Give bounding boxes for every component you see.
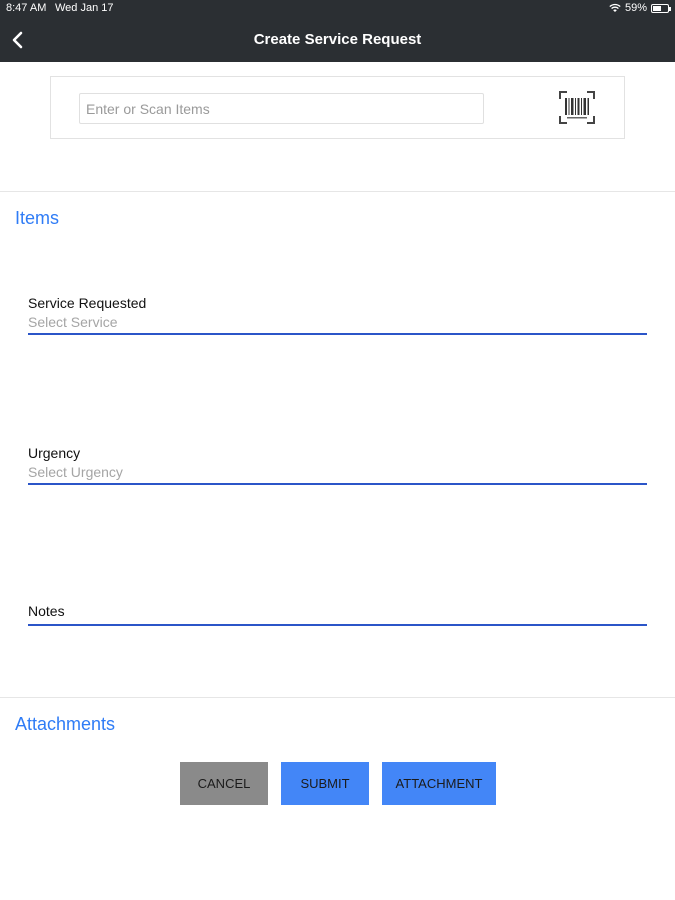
status-bar: 8:47 AM Wed Jan 17 59%: [0, 0, 675, 18]
barcode-scan-icon[interactable]: [559, 91, 595, 124]
battery-level: [653, 5, 662, 11]
items-section-title: Items: [15, 208, 60, 228]
field-underline: [28, 624, 647, 626]
attachment-button[interactable]: ATTACHMENT: [382, 762, 496, 805]
page-title: Create Service Request: [253, 31, 422, 48]
service-requested-field[interactable]: Service Requested Select Service: [28, 295, 647, 337]
cancel-button[interactable]: CANCEL: [180, 762, 268, 805]
scan-items-input[interactable]: [79, 93, 484, 124]
service-requested-placeholder: Select Service: [28, 314, 118, 330]
urgency-field[interactable]: Urgency Select Urgency: [28, 445, 647, 487]
notes-field[interactable]: Notes: [28, 603, 647, 629]
urgency-placeholder: Select Urgency: [28, 464, 123, 480]
field-underline: [28, 333, 647, 335]
urgency-label: Urgency: [28, 445, 81, 461]
scan-panel: [50, 76, 625, 139]
field-underline: [28, 483, 647, 485]
attachments-section-title: Attachments: [15, 714, 116, 734]
status-date: Wed Jan 17: [55, 2, 114, 14]
submit-button[interactable]: SUBMIT: [281, 762, 369, 805]
notes-label: Notes: [28, 603, 65, 619]
status-indicators: 59%: [609, 2, 671, 14]
section-divider: [0, 697, 675, 698]
wifi-icon: [609, 3, 621, 12]
nav-bar: Create Service Request: [0, 18, 675, 62]
battery-percent: 59%: [624, 2, 647, 14]
status-time: 8:47 AM: [6, 2, 47, 14]
service-requested-label: Service Requested: [28, 295, 147, 311]
battery-icon: [651, 3, 671, 13]
section-divider: [0, 191, 675, 192]
